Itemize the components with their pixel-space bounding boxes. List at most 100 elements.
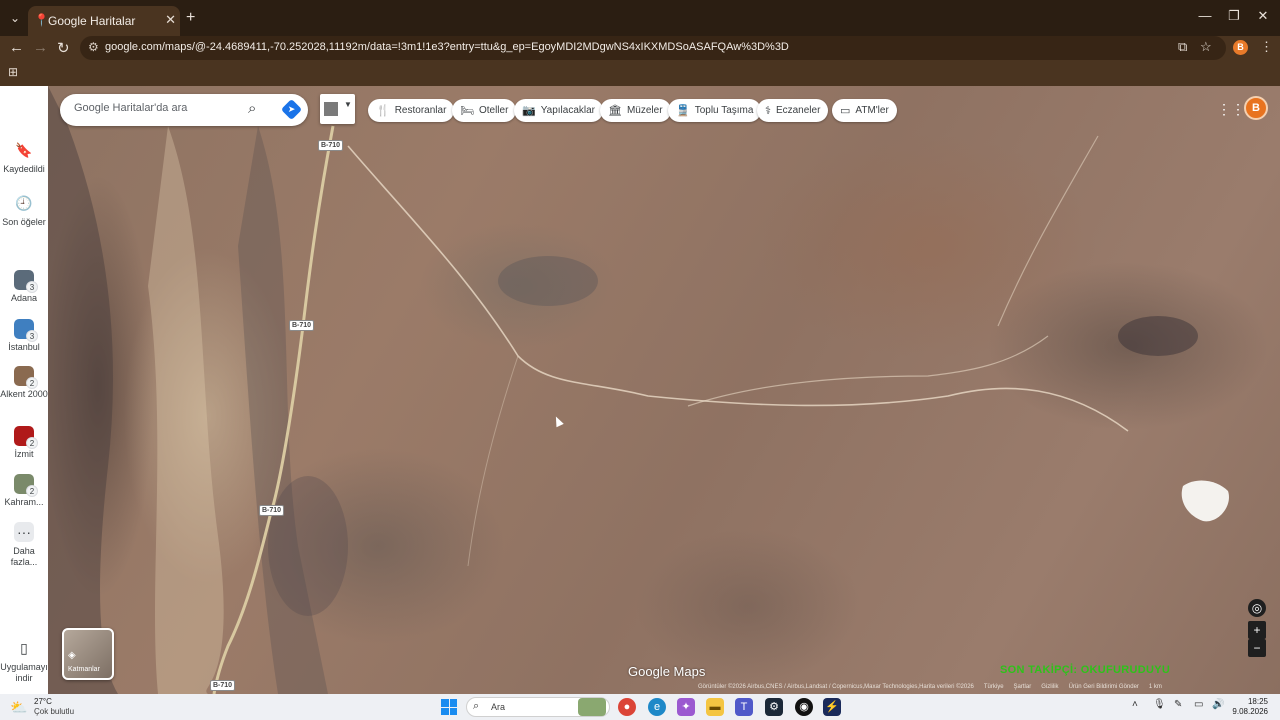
rail-more[interactable]: ··· Daha fazla... <box>0 522 48 568</box>
chip-hotels[interactable]: 🛏 Oteller <box>452 99 517 122</box>
install-app-icon[interactable]: ⧉ <box>1178 39 1187 55</box>
chip-pharmacies[interactable]: ⚕ Eczaneler <box>757 99 829 122</box>
recent-badge: 2 <box>26 377 38 389</box>
volume-icon[interactable]: 🔊 <box>1212 699 1224 710</box>
microphone-icon[interactable]: 🎙 <box>1153 699 1166 710</box>
restore-icon[interactable]: ❐ <box>1219 8 1249 24</box>
display-icon[interactable]: ▭ <box>1194 699 1203 710</box>
zoom-in-button[interactable]: + <box>1248 621 1266 639</box>
maps-favicon-icon: 📍 <box>34 13 49 27</box>
recent-badge: 3 <box>26 330 38 342</box>
browser-tab-strip: ⌄ 📍 Google Haritalar ✕ + — ❐ ✕ <box>0 0 1280 36</box>
map-type-toggle[interactable]: ▼ <box>320 94 355 124</box>
terrain-overlay <box>48 86 1229 694</box>
pharmacy-icon: ⚕ <box>765 105 771 117</box>
browser-menu-icon[interactable]: ⋮ <box>1260 39 1273 55</box>
tab-close-icon[interactable]: ✕ <box>165 12 176 28</box>
attribution-link[interactable]: Şartlar <box>1014 684 1032 694</box>
rail-recent-label: Son öğeler <box>2 217 46 227</box>
transit-icon: 🚆 <box>676 105 690 117</box>
game-app-icon[interactable]: ◉ <box>795 698 813 716</box>
edge-icon[interactable]: e <box>648 698 666 716</box>
windows-taskbar: ⛅ 27°C Çok bulutlu ⌕ Ara ● e ✦ ▬ T ⚙ ◉ ⚡… <box>0 694 1280 720</box>
app-icon[interactable]: ⚡ <box>823 698 841 716</box>
profile-avatar[interactable]: B <box>1233 40 1248 55</box>
recent-item-adana[interactable]: 3 Adana <box>0 270 48 304</box>
rail-saved-label: Kaydedildi <box>3 164 45 174</box>
chip-label: Yapılacaklar <box>540 105 595 116</box>
chip-label: Toplu Taşıma <box>694 105 754 116</box>
chip-label: Restoranlar <box>394 105 447 116</box>
chip-atms[interactable]: ▭ ATM'ler <box>832 99 897 122</box>
recent-item-kahramanmaras[interactable]: 2 Kahram... <box>0 474 48 508</box>
search-icon: ⌕ <box>473 700 480 712</box>
chip-restaurants[interactable]: 🍴 Restoranlar <box>368 99 455 122</box>
steam-icon[interactable]: ⚙ <box>765 698 783 716</box>
forward-icon[interactable]: → <box>33 39 48 56</box>
bookmarks-bar: ⊞ <box>0 60 1280 86</box>
museum-icon: 🏛 <box>608 105 622 117</box>
recent-thumbnail: 3 <box>14 270 38 293</box>
chrome-icon[interactable]: ● <box>618 698 636 716</box>
attribution-link[interactable]: Gizlilik <box>1041 684 1058 694</box>
pen-icon[interactable]: ✎ <box>1174 699 1182 710</box>
directions-icon[interactable]: ➤ <box>280 98 303 121</box>
recent-badge: 2 <box>26 437 38 449</box>
reload-icon[interactable]: ↻ <box>57 39 70 57</box>
window-close-icon[interactable]: ✕ <box>1248 8 1278 24</box>
rail-download-app[interactable]: ▯ Uygulamayı indir <box>0 638 48 684</box>
attribution-link[interactable]: Ürün Geri Bildirimi Gönder <box>1069 684 1139 694</box>
search-icon[interactable]: ⌕ <box>248 100 256 117</box>
recent-item-izmit[interactable]: 2 İzmit <box>0 426 48 460</box>
recent-item-istanbul[interactable]: 3 İstanbul <box>0 319 48 353</box>
my-location-icon[interactable]: ◎ <box>1248 599 1266 617</box>
recent-label: Adana <box>10 293 38 303</box>
teams-icon[interactable]: T <box>735 698 753 716</box>
more-icon: ··· <box>14 522 34 542</box>
map-type-icon <box>324 102 338 116</box>
chip-things-to-do[interactable]: 📷 Yapılacaklar <box>514 99 603 122</box>
recent-badge: 2 <box>26 485 38 497</box>
site-info-icon[interactable]: ⚙ <box>88 40 99 54</box>
apps-grid-icon[interactable]: ⊞ <box>8 65 18 79</box>
rail-download-label: Uygulamayı indir <box>0 662 48 683</box>
chip-transit[interactable]: 🚆 Toplu Taşıma <box>668 99 762 122</box>
bookmark-icon: 🔖 <box>15 142 33 158</box>
chip-museums[interactable]: 🏛 Müzeler <box>600 99 671 122</box>
system-clock[interactable]: 18:25 9.08.2026 <box>1228 697 1268 717</box>
widget-thumbnail-icon[interactable] <box>578 698 606 716</box>
account-avatar[interactable]: B <box>1244 96 1268 120</box>
recent-label: Alkent 2000 <box>0 389 48 399</box>
attribution-bar: Görüntüler ©2026 Airbus,CNES / Airbus,La… <box>698 684 1162 694</box>
browser-tab[interactable]: 📍 Google Haritalar ✕ <box>28 6 180 36</box>
new-tab-icon[interactable]: + <box>186 9 195 27</box>
url-text[interactable]: google.com/maps/@-24.4689411,-70.252028,… <box>105 41 789 53</box>
copilot-icon[interactable]: ✦ <box>677 698 695 716</box>
tray-chevron-icon[interactable]: ˄ <box>1132 699 1138 710</box>
cloud-sun-icon: ⛅ <box>10 699 28 715</box>
tab-search-icon[interactable]: ⌄ <box>6 9 24 27</box>
scale-label[interactable]: 1 km <box>1149 684 1162 694</box>
satellite-map[interactable]: B-710 B-710 B-710 B-710 <box>48 86 1280 694</box>
recent-item-alkent[interactable]: 2 Alkent 2000 <box>0 366 48 400</box>
address-bar[interactable]: ⚙ google.com/maps/@-24.4689411,-70.25202… <box>80 36 1226 60</box>
road-label-b710: B-710 <box>259 505 285 516</box>
chip-label: Oteller <box>478 105 509 116</box>
tab-title: Google Haritalar <box>48 14 136 28</box>
file-explorer-icon[interactable]: ▬ <box>706 698 724 716</box>
layers-button[interactable]: ◈ Katmanlar <box>62 628 114 680</box>
attribution-link[interactable]: Türkiye <box>984 684 1004 694</box>
chevron-down-icon: ▼ <box>344 100 352 109</box>
weather-desc: Çok bulutlu <box>34 707 75 716</box>
start-button[interactable] <box>441 699 457 715</box>
bookmark-star-icon[interactable]: ☆ <box>1200 39 1212 55</box>
rail-saved[interactable]: 🔖 Kaydedildi <box>0 140 48 175</box>
minimize-icon[interactable]: — <box>1190 8 1220 23</box>
back-icon[interactable]: ← <box>9 39 24 56</box>
chip-label: Müzeler <box>626 105 663 116</box>
zoom-out-button[interactable]: − <box>1248 639 1266 657</box>
rail-recent[interactable]: 🕘 Son öğeler <box>0 193 48 228</box>
hotel-icon: 🛏 <box>460 105 474 117</box>
road-label-b710: B-710 <box>289 320 315 331</box>
search-input[interactable] <box>74 102 234 114</box>
